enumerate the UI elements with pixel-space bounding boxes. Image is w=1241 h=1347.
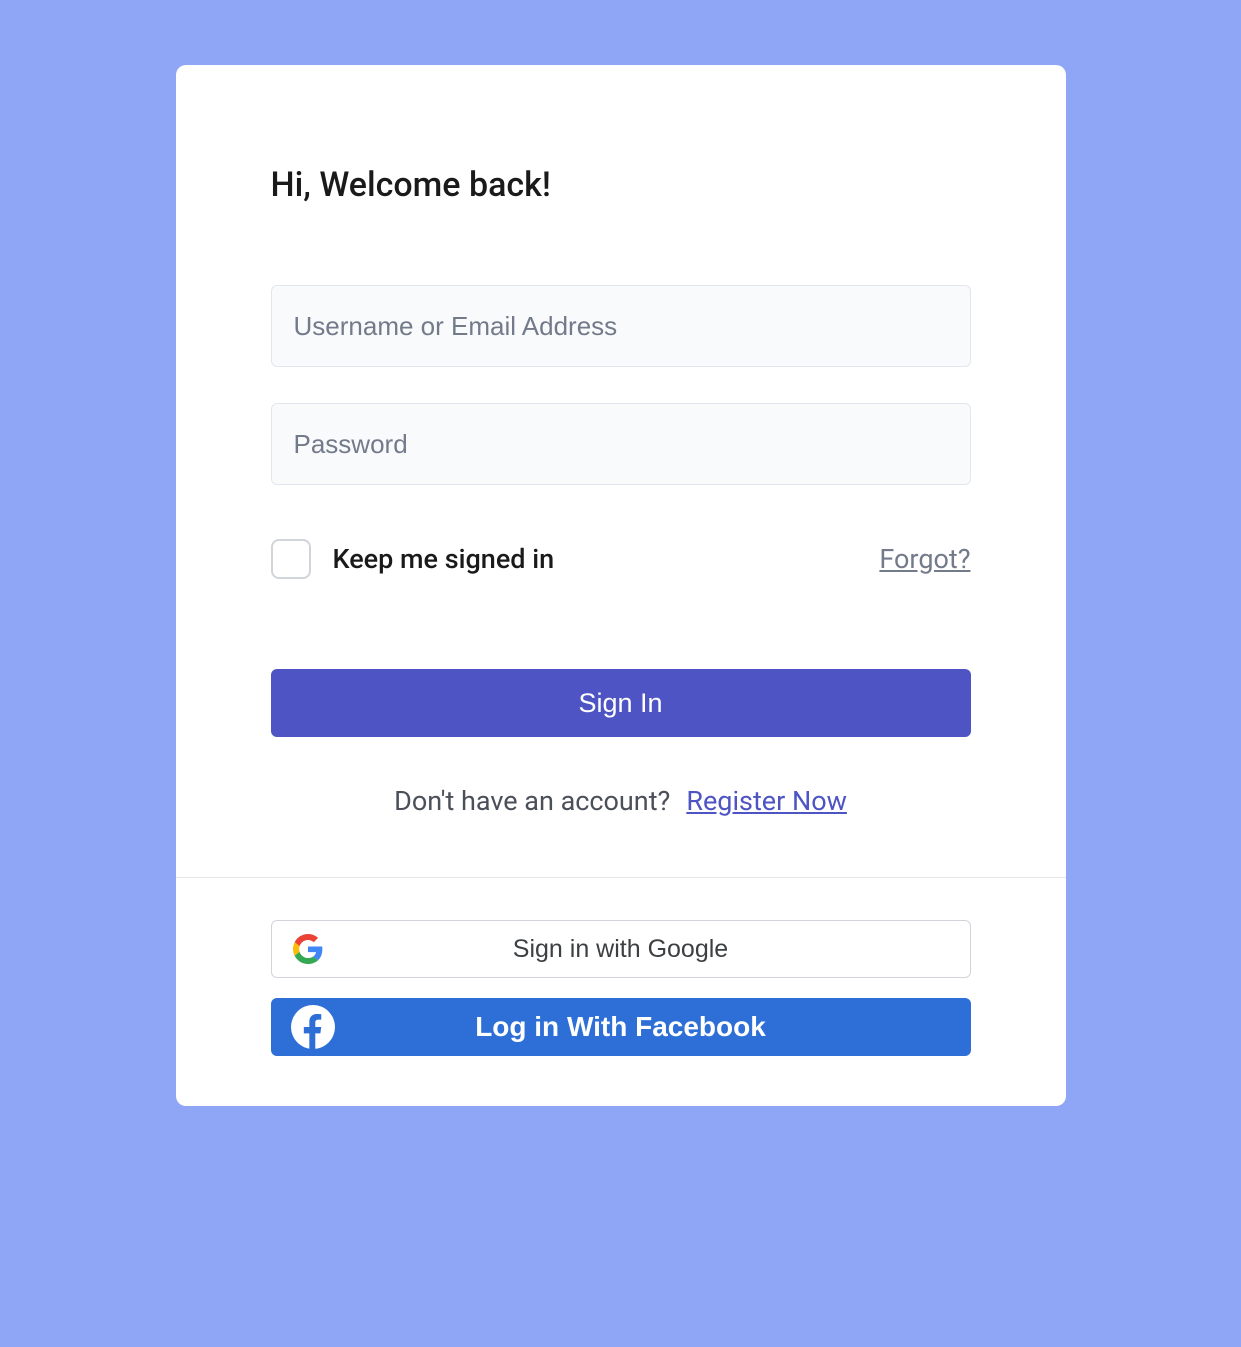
login-form-section: Hi, Welcome back! Keep me signed in Forg…	[176, 65, 1066, 877]
register-row: Don't have an account? Register Now	[271, 785, 971, 817]
username-input[interactable]	[271, 285, 971, 367]
google-signin-button[interactable]: Sign in with Google	[271, 920, 971, 978]
keep-signed-in-label: Keep me signed in	[333, 543, 555, 575]
options-row: Keep me signed in Forgot?	[271, 539, 971, 579]
facebook-icon	[291, 1005, 335, 1049]
google-signin-label: Sign in with Google	[272, 935, 970, 964]
register-link[interactable]: Register Now	[686, 785, 847, 817]
google-icon	[292, 933, 324, 965]
password-input[interactable]	[271, 403, 971, 485]
facebook-login-button[interactable]: Log in With Facebook	[271, 998, 971, 1056]
forgot-link[interactable]: Forgot?	[879, 543, 970, 575]
keep-signed-in-group: Keep me signed in	[271, 539, 555, 579]
no-account-text: Don't have an account?	[394, 785, 670, 817]
facebook-login-label: Log in With Facebook	[271, 1011, 971, 1043]
social-login-section: Sign in with Google Log in With Facebook	[176, 878, 1066, 1106]
sign-in-button[interactable]: Sign In	[271, 669, 971, 737]
keep-signed-in-checkbox[interactable]	[271, 539, 311, 579]
login-card: Hi, Welcome back! Keep me signed in Forg…	[176, 65, 1066, 1106]
page-title: Hi, Welcome back!	[271, 165, 971, 205]
